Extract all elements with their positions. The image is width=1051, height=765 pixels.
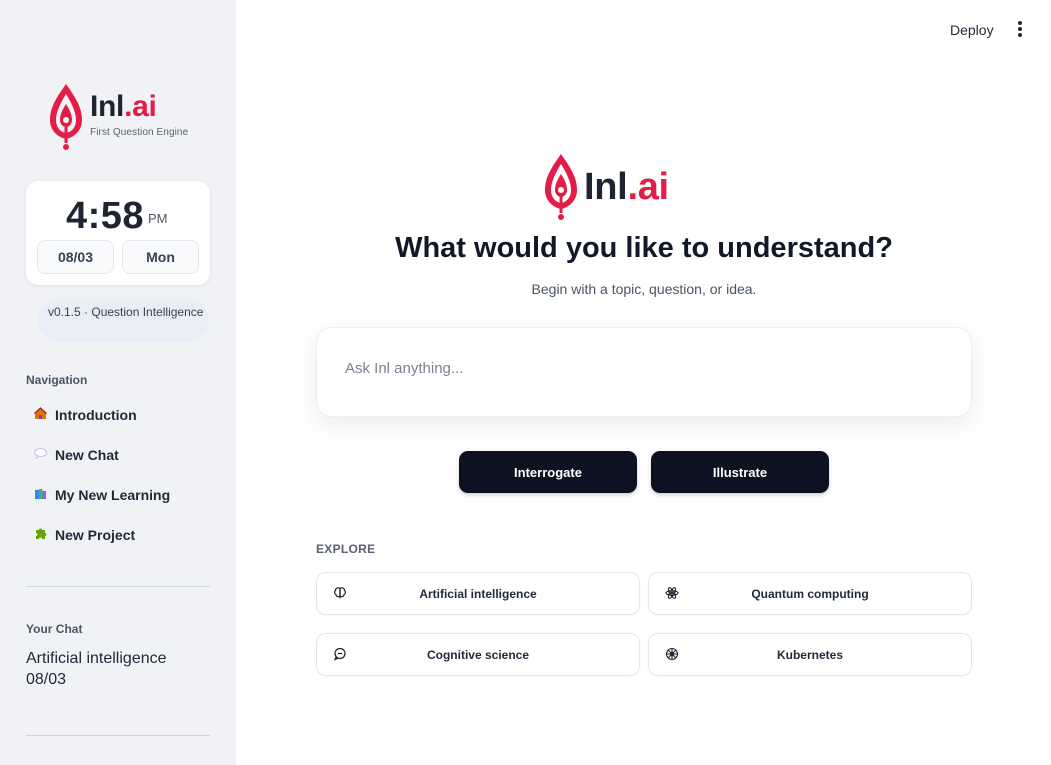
brand-name: Inl.ai	[90, 90, 157, 123]
ask-box[interactable]	[316, 327, 972, 417]
deploy-button[interactable]: Deploy	[950, 22, 994, 38]
flame-logo-icon	[48, 82, 84, 152]
page-headline: What would you like to understand?	[395, 232, 893, 264]
sidebar-item-label: New Chat	[55, 447, 119, 463]
nav-section-title: Navigation	[26, 373, 88, 387]
explore-card-label: Cognitive science	[426, 647, 530, 662]
app-window: Inl.ai First Question Engine 4:58 PM 08/…	[0, 0, 1051, 765]
ask-input[interactable]	[345, 358, 945, 378]
interrogate-button[interactable]: Interrogate	[459, 451, 637, 493]
hero-brand-name: Inl.ai	[584, 166, 669, 208]
clock-date: 08/03	[37, 240, 114, 274]
explore-card-quantum-computing[interactable]: Quantum computing	[648, 572, 972, 615]
hero-brand: Inl.ai	[542, 152, 669, 227]
clock-time: 4:58	[66, 195, 145, 237]
chat-history-date: 08/03	[26, 671, 67, 688]
sidebar: Inl.ai First Question Engine 4:58 PM 08/…	[0, 0, 236, 765]
clock-day: Mon	[122, 240, 199, 274]
explore-card-label: Artificial intelligence	[419, 586, 537, 601]
chat-history-item[interactable]: Artificial intelligence 08/03	[26, 648, 167, 690]
sidebar-item-my-new-learning[interactable]: My New Learning	[32, 485, 170, 505]
chat-section-title: Your Chat	[26, 622, 83, 636]
clock-ampm: PM	[148, 211, 168, 226]
sidebar-item-label: New Project	[55, 527, 136, 543]
helm-wheel-icon	[665, 647, 679, 661]
books-icon	[32, 487, 48, 503]
page-subheadline: Begin with a topic, question, or idea.	[531, 281, 757, 297]
explore-section-title: EXPLORE	[316, 542, 376, 556]
sidebar-item-label: Introduction	[55, 407, 137, 423]
version-badge: v0.1.5 · Question Intelligence	[38, 299, 209, 342]
kebab-menu-icon[interactable]	[1014, 21, 1026, 39]
clock-widget: 4:58 PM 08/03 Mon	[26, 181, 210, 285]
explore-card-artificial-intelligence[interactable]: Artificial intelligence	[316, 572, 640, 615]
sidebar-divider	[26, 586, 210, 587]
brand-tagline: First Question Engine	[90, 127, 189, 138]
sidebar-item-new-project[interactable]: New Project	[32, 525, 135, 545]
sidebar-item-new-chat[interactable]: New Chat	[32, 445, 119, 465]
sidebar-item-introduction[interactable]: Introduction	[32, 405, 137, 425]
chat-history-title: Artificial intelligence	[26, 650, 167, 667]
sidebar-divider	[26, 735, 210, 736]
explore-card-label: Quantum computing	[751, 586, 869, 601]
atom-icon	[665, 586, 679, 600]
explore-card-label: Kubernetes	[776, 647, 844, 662]
house-icon	[32, 407, 48, 423]
speech-bubble-icon	[32, 448, 48, 462]
flame-logo-icon	[542, 152, 580, 227]
sidebar-brand[interactable]: Inl.ai First Question Engine	[48, 82, 188, 152]
illustrate-button[interactable]: Illustrate	[651, 451, 829, 493]
puzzle-icon	[32, 527, 48, 543]
sidebar-item-label: My New Learning	[55, 487, 171, 503]
explore-card-cognitive-science[interactable]: Cognitive science	[316, 633, 640, 676]
explore-card-kubernetes[interactable]: Kubernetes	[648, 633, 972, 676]
brain-icon	[333, 586, 347, 600]
chat-bubble-icon	[333, 647, 347, 661]
